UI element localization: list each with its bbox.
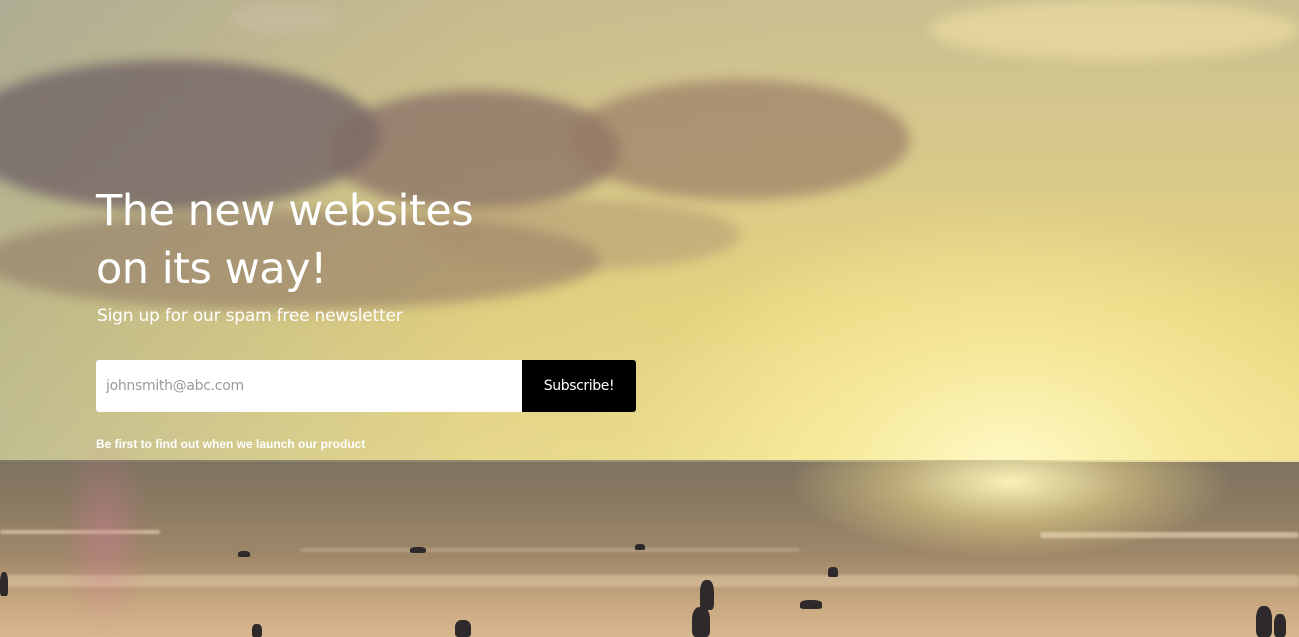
swimmer-figure: [692, 607, 710, 637]
background-cloud: [930, 0, 1299, 60]
swimmer-figure: [1256, 606, 1272, 637]
background-wave: [1040, 532, 1299, 538]
lens-flare: [60, 430, 150, 637]
hero-section: The new websites on its way! Sign up for…: [0, 0, 1299, 637]
subscribe-button[interactable]: Subscribe!: [522, 360, 636, 412]
swimmer-figure: [238, 551, 250, 557]
launch-note: Be first to find out when we launch our …: [96, 437, 366, 451]
background-cloud: [230, 4, 340, 34]
background-wave: [300, 548, 800, 552]
swimmer-figure: [410, 547, 426, 553]
swimmer-figure: [800, 600, 822, 609]
swimmer-figure: [0, 572, 8, 596]
swimmer-figure: [252, 624, 262, 637]
swimmer-figure: [635, 544, 645, 550]
swimmer-figure: [1274, 614, 1286, 637]
page-subtitle: Sign up for our spam free newsletter: [97, 306, 403, 326]
swimmer-figure: [828, 567, 838, 577]
newsletter-form: Subscribe!: [96, 360, 636, 412]
email-field[interactable]: [96, 360, 522, 412]
page-title: The new websites on its way!: [96, 182, 474, 298]
swimmer-figure: [700, 580, 714, 610]
page-title-line-1: The new websites: [96, 186, 474, 236]
swimmer-figure: [455, 620, 471, 637]
background-cloud: [570, 80, 910, 200]
page-title-line-2: on its way!: [96, 244, 327, 294]
background-wave: [0, 575, 1299, 587]
